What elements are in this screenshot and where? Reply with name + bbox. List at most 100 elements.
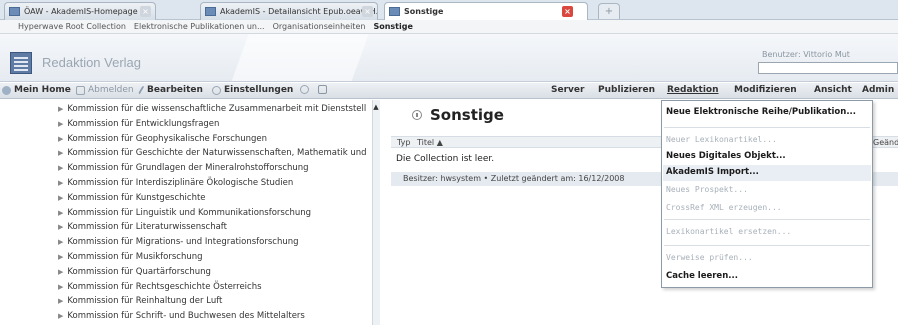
tree-scrollbar[interactable] bbox=[372, 100, 380, 325]
expand-arrow-icon[interactable]: ▶ bbox=[58, 268, 63, 276]
tree-item-label: Kommission für Geophysikalische Forschun… bbox=[67, 133, 268, 144]
scroll-up-icon[interactable]: ▲ bbox=[372, 103, 380, 111]
tree-item-label: Kommission für Grundlagen der Mineralroh… bbox=[67, 163, 309, 174]
tree-item[interactable]: ▶ Kommission für Quartärforschung bbox=[58, 267, 211, 277]
column-titel[interactable]: Titel ▲ bbox=[417, 138, 443, 147]
close-icon[interactable]: × bbox=[562, 6, 573, 17]
breadcrumb-item[interactable]: Organisationseinheiten bbox=[273, 22, 366, 31]
menu-admin[interactable]: Admin bbox=[862, 85, 894, 95]
tree-item[interactable]: ▶ Kommission für Musikforschung bbox=[58, 252, 203, 262]
tree-item[interactable]: ▶ Kommission für Migrations- und Integrat… bbox=[58, 237, 299, 247]
tree-item[interactable]: ▶ Kommission für Schrift- und Buchwesen d… bbox=[58, 311, 305, 321]
tree-item-label: Kommission für Literaturwissenschaft bbox=[67, 222, 227, 233]
user-field[interactable] bbox=[758, 62, 898, 74]
logout-label: Abmelden bbox=[88, 85, 134, 95]
tree-item[interactable]: ▶ Kommission für Entwicklungsfragen bbox=[58, 119, 219, 129]
page-icon bbox=[389, 7, 400, 16]
empty-message: Die Collection ist leer. bbox=[396, 154, 495, 164]
info-icon bbox=[412, 110, 422, 120]
tree-item[interactable]: ▶ Kommission für Interdisziplinäre Ökolog… bbox=[58, 178, 293, 188]
window-button[interactable] bbox=[318, 85, 330, 94]
column-typ[interactable]: Typ bbox=[397, 138, 410, 147]
expand-arrow-icon[interactable]: ▶ bbox=[58, 297, 63, 305]
close-icon[interactable]: × bbox=[362, 6, 373, 17]
menu-redaktion[interactable]: Redaktion bbox=[667, 85, 719, 95]
expand-arrow-icon[interactable]: ▶ bbox=[58, 312, 63, 320]
tree-item-label: Kommission für Quartärforschung bbox=[67, 266, 211, 277]
home-icon bbox=[2, 85, 11, 95]
menu-item: Verweise prüfen... bbox=[666, 253, 753, 262]
expand-arrow-icon[interactable]: ▶ bbox=[58, 120, 63, 128]
expand-arrow-icon[interactable]: ▶ bbox=[58, 135, 63, 143]
toolbar: Mein Home Abmelden Bearbeiten Einstellun… bbox=[0, 83, 898, 99]
settings-button[interactable]: Einstellungen bbox=[212, 85, 293, 95]
tree-item[interactable]: ▶ Kommission für Rechtsgeschichte Österre… bbox=[58, 282, 262, 292]
breadcrumb: Hyperwave Root Collection Elektronische … bbox=[0, 20, 898, 34]
new-tab-button[interactable]: + bbox=[598, 3, 620, 19]
tree-item[interactable]: ▶ Kommission für Literaturwissenschaft bbox=[58, 222, 227, 232]
user-label: Benutzer: Vittorio Mut bbox=[762, 50, 850, 59]
tree-item[interactable]: ▶ Kommission für Geschichte der Naturwiss… bbox=[58, 148, 367, 158]
tree-item[interactable]: ▶ Kommission für die wissenschaftliche Zu… bbox=[58, 104, 366, 114]
tree-item[interactable]: ▶ Kommission für Kunstgeschichte bbox=[58, 193, 206, 203]
tree-item[interactable]: ▶ Kommission für Geophysikalische Forschu… bbox=[58, 134, 267, 144]
browser-tab-homepage[interactable]: ÖAW - AkademIS-Homepage × bbox=[4, 2, 156, 20]
tree-item[interactable]: ▶ Kommission für Reinhaltung der Luft bbox=[58, 296, 222, 306]
edit-label: Bearbeiten bbox=[147, 85, 203, 95]
page-icon bbox=[9, 7, 20, 16]
menu-separator bbox=[664, 127, 870, 128]
tree-item-label: Kommission für Musikforschung bbox=[67, 252, 203, 262]
help-button[interactable] bbox=[300, 85, 312, 94]
breadcrumb-item[interactable]: Elektronische Publikationen un... bbox=[134, 22, 265, 31]
menu-item[interactable]: Neue Elektronische Reihe/Publikation... bbox=[666, 107, 856, 117]
tree-item[interactable]: ▶ Kommission für Linguistik und Kommunika… bbox=[58, 208, 311, 218]
browser-tab-detailansicht[interactable]: AkademIS - Detailansicht Epub.oeaw H... … bbox=[200, 2, 378, 20]
expand-arrow-icon[interactable]: ▶ bbox=[58, 105, 63, 113]
menu-server[interactable]: Server bbox=[551, 85, 584, 95]
edit-button[interactable]: Bearbeiten bbox=[138, 85, 203, 95]
browser-tab-sonstige[interactable]: Sonstige × bbox=[384, 2, 588, 20]
header-decoration bbox=[231, 34, 369, 81]
menu-item: Neues Prospekt... bbox=[666, 185, 748, 194]
expand-arrow-icon[interactable]: ▶ bbox=[58, 238, 63, 246]
logout-icon bbox=[76, 85, 85, 95]
home-label: Mein Home bbox=[14, 85, 71, 95]
tab-label: Sonstige bbox=[404, 7, 444, 16]
menu-separator bbox=[664, 219, 870, 220]
menu-modifizieren[interactable]: Modifizieren bbox=[734, 85, 797, 95]
expand-arrow-icon[interactable]: ▶ bbox=[58, 223, 63, 231]
page-icon bbox=[205, 7, 216, 16]
menu-item[interactable]: Cache leeren... bbox=[666, 271, 738, 281]
help-icon bbox=[300, 85, 309, 94]
menu-item[interactable]: AkademIS Import... bbox=[666, 167, 759, 177]
tree-item-label: Kommission für Entwicklungsfragen bbox=[67, 118, 220, 129]
settings-label: Einstellungen bbox=[224, 85, 294, 95]
menu-item[interactable]: Neues Digitales Objekt... bbox=[666, 151, 786, 161]
page-title-text: Sonstige bbox=[430, 106, 504, 124]
tree-item-label: Kommission für Rechtsgeschichte Österrei… bbox=[67, 281, 262, 292]
tree-item[interactable]: ▶ Kommission für Grundlagen der Mineralro… bbox=[58, 163, 309, 173]
expand-arrow-icon[interactable]: ▶ bbox=[58, 179, 63, 187]
breadcrumb-item[interactable]: Hyperwave Root Collection bbox=[18, 22, 126, 31]
column-geaendert[interactable]: Geänd bbox=[873, 138, 898, 147]
building-logo-icon bbox=[10, 52, 32, 74]
menu-ansicht[interactable]: Ansicht bbox=[814, 85, 852, 95]
expand-arrow-icon[interactable]: ▶ bbox=[58, 209, 63, 217]
expand-arrow-icon[interactable]: ▶ bbox=[58, 164, 63, 172]
logout-button[interactable]: Abmelden bbox=[76, 85, 134, 95]
tree-item-label: Kommission für Interdisziplinäre Ökologi… bbox=[67, 178, 294, 188]
expand-arrow-icon[interactable]: ▶ bbox=[58, 149, 63, 157]
expand-arrow-icon[interactable]: ▶ bbox=[58, 253, 63, 261]
breadcrumb-current: Sonstige bbox=[373, 22, 413, 31]
tree-item-label: Kommission für Schrift- und Buchwesen de… bbox=[67, 311, 305, 322]
menu-separator bbox=[664, 245, 870, 246]
home-button[interactable]: Mein Home bbox=[2, 85, 71, 95]
menu-publizieren[interactable]: Publizieren bbox=[598, 85, 655, 95]
filter-icon bbox=[212, 85, 221, 95]
page-title: Sonstige bbox=[412, 106, 504, 124]
close-icon[interactable]: × bbox=[140, 6, 151, 17]
menu-item: Lexikonartikel ersetzen... bbox=[666, 227, 792, 236]
expand-arrow-icon[interactable]: ▶ bbox=[58, 194, 63, 202]
window-icon bbox=[318, 85, 327, 94]
expand-arrow-icon[interactable]: ▶ bbox=[58, 283, 63, 291]
